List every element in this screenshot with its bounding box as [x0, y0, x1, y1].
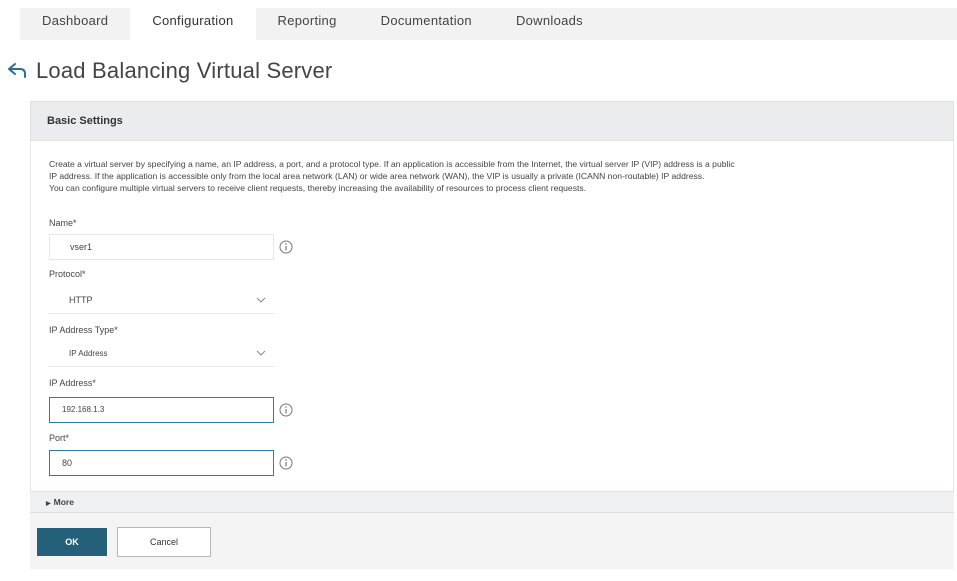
tab-dashboard[interactable]: Dashboard — [20, 8, 130, 40]
name-field[interactable]: vser1 — [49, 234, 274, 260]
ip-address-type-value: IP Address — [69, 349, 108, 358]
port-field[interactable]: 80 — [49, 450, 274, 476]
section-description: Create a virtual server by specifying a … — [49, 158, 949, 194]
info-icon[interactable] — [279, 240, 293, 254]
protocol-select[interactable]: HTTP — [49, 288, 274, 314]
section-title: Basic Settings — [47, 115, 123, 127]
ip-address-type-label: IP Address Type* — [49, 325, 118, 335]
basic-settings-panel: Basic Settings Create a virtual server b… — [30, 101, 954, 569]
section-header: Basic Settings — [30, 101, 954, 141]
cancel-button[interactable]: Cancel — [117, 527, 211, 557]
ip-address-label: IP Address* — [49, 378, 96, 388]
chevron-down-icon — [256, 350, 266, 356]
ip-address-type-select[interactable]: IP Address — [49, 341, 274, 367]
protocol-value: HTTP — [69, 295, 93, 305]
top-nav: Dashboard Configuration Reporting Docume… — [20, 8, 957, 40]
tab-configuration[interactable]: Configuration — [130, 8, 256, 40]
form-body: Create a virtual server by specifying a … — [30, 141, 954, 491]
more-toggle[interactable]: ▶ More — [30, 491, 954, 513]
port-label: Port* — [49, 433, 70, 443]
page-title: Load Balancing Virtual Server — [36, 58, 333, 83]
tab-documentation[interactable]: Documentation — [359, 8, 494, 40]
tab-reporting[interactable]: Reporting — [256, 8, 359, 40]
description-line: You can configure multiple virtual serve… — [49, 183, 587, 193]
page-header: Load Balancing Virtual Server — [6, 58, 332, 84]
back-arrow-icon[interactable] — [6, 60, 28, 82]
ok-button[interactable]: OK — [37, 528, 107, 556]
more-label: ▶ More — [46, 497, 74, 507]
more-text: More — [53, 497, 74, 507]
protocol-label: Protocol* — [49, 269, 86, 279]
caret-right-icon: ▶ — [46, 501, 51, 507]
name-label: Name* — [49, 218, 77, 228]
description-line: Create a virtual server by specifying a … — [49, 159, 735, 169]
info-icon[interactable] — [279, 403, 293, 417]
ip-address-field[interactable]: 192.168.1.3 — [49, 397, 274, 423]
info-icon[interactable] — [279, 456, 293, 470]
description-line: IP address. If the application is access… — [49, 171, 705, 181]
tab-downloads[interactable]: Downloads — [494, 8, 605, 40]
chevron-down-icon — [256, 297, 266, 303]
